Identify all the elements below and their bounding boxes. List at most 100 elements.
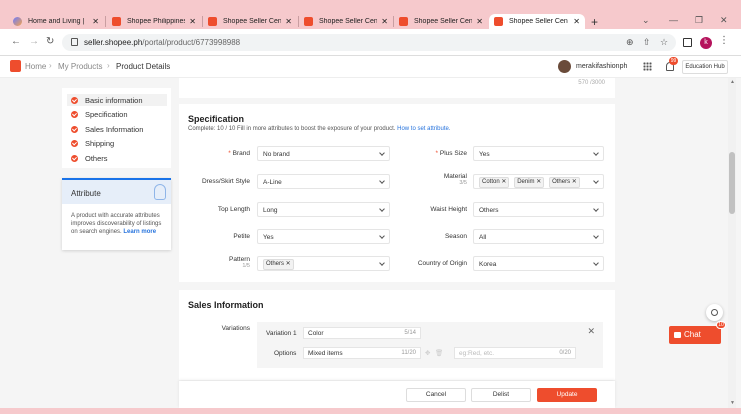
tab-separator	[105, 16, 106, 27]
shop-avatar[interactable]	[558, 60, 571, 73]
check-circle-icon	[71, 96, 78, 104]
tab-close-icon[interactable]: ✕	[476, 17, 483, 26]
plus-size-label: * Plus Size	[435, 150, 467, 157]
top-length-select[interactable]: Long	[257, 202, 390, 217]
bookmark-star-icon[interactable]: ☆	[660, 37, 668, 48]
shopee-favicon-icon	[112, 17, 121, 26]
material-multiselect[interactable]: Cotton ✕ Denim ✕ Others ✕	[473, 174, 604, 189]
country-of-origin-select[interactable]: Korea	[473, 256, 604, 271]
option-input[interactable]: Mixed items 11/20	[303, 347, 421, 359]
pattern-label: Pattern 1/5	[229, 256, 250, 269]
waist-height-select[interactable]: Others	[473, 202, 604, 217]
back-arrow-icon[interactable]: ←	[11, 36, 21, 47]
chevron-down-icon	[379, 178, 385, 184]
specification-title: Specification	[188, 114, 245, 124]
chevron-down-icon	[379, 150, 385, 156]
waist-height-label: Waist Height	[430, 206, 467, 213]
shopee-favicon-icon	[304, 17, 313, 26]
how-to-set-attribute-link[interactable]: How to set attribute.	[397, 126, 450, 132]
browser-tab-1[interactable]: Home and Living | ✕	[8, 14, 104, 29]
shopee-favicon-icon	[208, 17, 217, 26]
profile-avatar[interactable]: k	[700, 37, 712, 49]
remove-variation-close-icon[interactable]: ✕	[587, 326, 595, 337]
seller-center-header: Home › My Products › Product Details mer…	[0, 56, 741, 78]
chat-button[interactable]: Chat	[669, 326, 721, 344]
delete-trash-icon[interactable]: 🗑	[435, 349, 443, 357]
shopee-logo-icon[interactable]	[10, 60, 21, 72]
tab-close-icon[interactable]: ✕	[381, 17, 388, 26]
nav-item-sales-information[interactable]: Sales Information	[71, 125, 143, 134]
nav-item-basic-information[interactable]: Basic information	[67, 94, 167, 106]
nav-item-shipping[interactable]: Shipping	[71, 139, 114, 148]
pattern-multiselect[interactable]: Others ✕	[257, 256, 390, 271]
attribute-tip-text: A product with accurate attributes impro…	[71, 213, 162, 235]
restore-icon[interactable]: ❐	[695, 15, 703, 26]
variation-name-input[interactable]: Color 5/14	[303, 327, 421, 339]
zoom-icon[interactable]: ⊕	[626, 37, 634, 48]
update-button[interactable]: Update	[537, 388, 597, 402]
browser-tab-4[interactable]: Shopee Seller Cen ✕	[299, 14, 393, 29]
chevron-down-icon	[379, 206, 385, 212]
dress-style-select[interactable]: A-Line	[257, 174, 390, 189]
breadcrumb-separator-icon: ›	[49, 61, 52, 70]
attribute-tip-card: Attribute A product with accurate attrib…	[62, 178, 171, 250]
scroll-down-arrow-icon[interactable]: ▼	[730, 400, 735, 406]
scroll-up-arrow-icon[interactable]: ▲	[730, 79, 735, 85]
brand-select[interactable]: No brand	[257, 146, 390, 161]
reload-icon[interactable]: ↻	[46, 36, 54, 47]
top-length-label: Top Length	[217, 206, 250, 213]
drag-handle-icon[interactable]: ✥	[425, 349, 430, 357]
petite-select[interactable]: Yes	[257, 229, 390, 244]
material-tag[interactable]: Cotton ✕	[479, 177, 510, 188]
tab-close-icon[interactable]: ✕	[92, 17, 99, 26]
browser-tab-3[interactable]: Shopee Seller Cen ✕	[203, 14, 297, 29]
tab-close-icon[interactable]: ✕	[285, 17, 292, 26]
browser-tab-6-active[interactable]: Shopee Seller Cen ✕	[489, 14, 585, 29]
shop-name[interactable]: merakifashionph	[576, 63, 627, 70]
apps-grid-icon[interactable]	[643, 62, 652, 71]
forward-arrow-icon[interactable]: →	[29, 36, 39, 47]
check-circle-icon	[71, 140, 78, 147]
window-bottom-edge	[0, 408, 741, 414]
side-panel-icon[interactable]	[683, 38, 692, 47]
delist-button[interactable]: Delist	[471, 388, 531, 402]
education-hub-button[interactable]: Education Hub	[682, 60, 728, 74]
close-window-icon[interactable]: ✕	[720, 15, 728, 26]
new-option-input[interactable]: eg:Red, etc. 0/20	[454, 347, 576, 359]
browser-menu-icon[interactable]: ⋮	[719, 35, 729, 46]
page-scrollbar[interactable]	[728, 78, 736, 408]
tab-label: Shopee Seller Cen	[319, 18, 378, 25]
nav-item-others[interactable]: Others	[71, 154, 108, 163]
sales-information-card: Sales Information Variations Variation 1…	[179, 290, 615, 380]
browser-tab-2[interactable]: Shopee Philippines ✕	[107, 14, 201, 29]
pattern-tag[interactable]: Others ✕	[263, 259, 294, 270]
breadcrumb-separator-icon: ›	[107, 61, 110, 70]
minimize-icon[interactable]: —	[669, 15, 678, 25]
cancel-button[interactable]: Cancel	[406, 388, 466, 402]
material-tag[interactable]: Others ✕	[549, 177, 580, 188]
tab-close-icon[interactable]: ✕	[573, 17, 580, 26]
tab-close-icon[interactable]: ✕	[189, 17, 196, 26]
scrollbar-thumb[interactable]	[729, 152, 735, 214]
breadcrumb-my-products[interactable]: My Products	[58, 62, 102, 71]
chevron-down-icon	[593, 150, 599, 156]
chevron-down-icon	[593, 233, 599, 239]
notification-count-badge: 99	[669, 57, 678, 65]
learn-more-link[interactable]: Learn more	[123, 229, 156, 235]
tab-search-icon[interactable]: ⌄	[642, 15, 650, 26]
chevron-down-icon	[593, 178, 599, 184]
site-favicon-icon	[13, 17, 22, 26]
new-tab-button[interactable]: +	[591, 15, 598, 29]
attribute-tip-title: Attribute	[62, 180, 171, 204]
material-tag[interactable]: Denim ✕	[514, 177, 545, 188]
breadcrumb-home[interactable]: Home	[25, 62, 46, 71]
check-circle-icon	[71, 111, 78, 118]
nav-item-specification[interactable]: Specification	[71, 110, 128, 119]
browser-tab-5[interactable]: Shopee Seller Cen ✕	[394, 14, 488, 29]
plus-size-select[interactable]: Yes	[473, 146, 604, 161]
chevron-down-icon	[593, 206, 599, 212]
customer-support-icon[interactable]	[706, 304, 723, 321]
address-bar[interactable]: seller.shopee.ph/portal/product/67739989…	[62, 34, 676, 51]
share-icon[interactable]: ⇧	[643, 37, 651, 48]
season-select[interactable]: All	[473, 229, 604, 244]
